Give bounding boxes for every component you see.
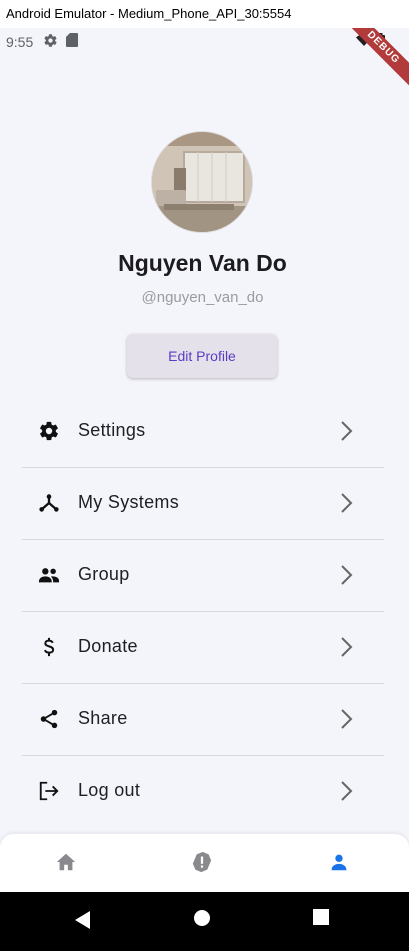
menu-item-log-out[interactable]: Log out <box>22 756 384 827</box>
chevron-right-icon <box>341 493 353 513</box>
status-time: 9:55 <box>6 34 34 50</box>
dollar-icon <box>44 637 55 657</box>
status-bar: 9:55 <box>0 28 409 54</box>
menu-item-label: Share <box>78 708 128 728</box>
gear-icon <box>44 34 57 47</box>
menu-item-donate[interactable]: Donate <box>22 612 384 684</box>
window-title: Android Emulator - Medium_Phone_API_30:5… <box>0 0 411 28</box>
chevron-right-icon <box>341 781 353 801</box>
gear-icon <box>40 421 58 441</box>
avatar-image <box>152 132 252 232</box>
avatar[interactable] <box>152 132 252 232</box>
menu-item-label: Settings <box>78 420 146 440</box>
logout-icon <box>39 781 59 801</box>
person-icon[interactable] <box>328 851 350 873</box>
alert-icon[interactable] <box>191 851 213 873</box>
profile-menu: Settings My Systems Group Donate Share L… <box>22 396 384 827</box>
profile-name: Nguyen Van Do <box>118 250 287 276</box>
recents-icon[interactable] <box>313 909 329 925</box>
menu-item-label: My Systems <box>78 492 180 512</box>
menu-item-label: Donate <box>78 636 138 656</box>
menu-item-group[interactable]: Group <box>22 540 384 612</box>
share-icon <box>40 709 58 729</box>
chevron-right-icon <box>341 637 353 657</box>
hub-icon <box>39 494 59 512</box>
sd-card-icon <box>66 33 78 47</box>
back-icon[interactable] <box>74 910 92 930</box>
bottom-nav <box>0 834 409 892</box>
chevron-right-icon <box>341 709 353 729</box>
home-circle-icon[interactable] <box>193 909 211 927</box>
profile-username: @nguyen_van_do <box>141 289 264 306</box>
group-icon <box>38 568 60 583</box>
menu-item-label: Group <box>78 564 130 584</box>
phone-screen: 9:55 DEBUG Nguyen Van Do @nguyen_van_do … <box>0 28 409 951</box>
menu-item-share[interactable]: Share <box>22 684 384 756</box>
home-icon[interactable] <box>55 851 77 873</box>
chevron-right-icon <box>341 421 353 441</box>
edit-profile-button[interactable]: Edit Profile <box>127 334 277 378</box>
menu-item-settings[interactable]: Settings <box>22 396 384 468</box>
system-nav-bar <box>0 892 409 951</box>
menu-item-label: Log out <box>78 780 141 800</box>
menu-item-my-systems[interactable]: My Systems <box>22 468 384 540</box>
chevron-right-icon <box>341 565 353 585</box>
